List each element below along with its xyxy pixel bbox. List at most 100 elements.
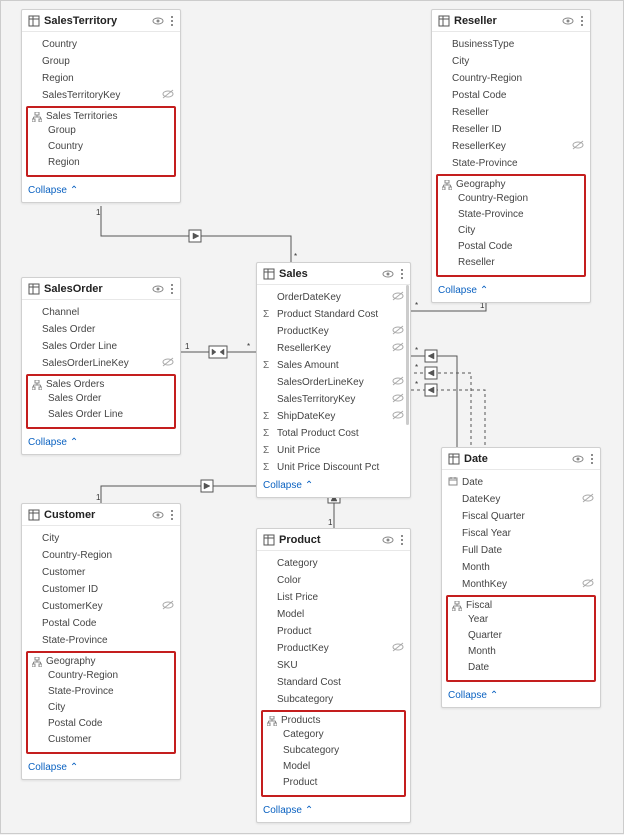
visibility-icon[interactable] [562,16,574,26]
field[interactable]: Reseller ID [432,121,590,138]
more-icon[interactable] [170,283,174,295]
table-header[interactable]: Reseller [432,10,590,32]
field[interactable]: ΣUnit Price [257,442,410,459]
hierarchy-item[interactable]: Model [263,759,404,775]
hierarchy-item[interactable]: City [28,700,174,716]
collapse-link[interactable]: Collapse⌃ [22,758,180,779]
more-icon[interactable] [400,534,404,546]
field[interactable]: State-Province [432,155,590,172]
field[interactable]: DateKey [442,491,600,508]
hierarchy-item[interactable]: Month [448,644,594,660]
hierarchy-products[interactable]: Products Category Subcategory Model Prod… [261,710,406,797]
field[interactable]: Sales Order [22,321,180,338]
field[interactable]: Fiscal Year [442,525,600,542]
hierarchy-item[interactable]: Country-Region [28,668,174,684]
table-sales-order[interactable]: SalesOrder Channel Sales Order Sales Ord… [21,277,181,455]
field[interactable]: Customer ID [22,581,180,598]
hierarchy-item[interactable]: State-Province [438,207,584,223]
field[interactable]: Model [257,606,410,623]
visibility-icon[interactable] [152,16,164,26]
field[interactable]: CustomerKey [22,598,180,615]
hierarchy-geography[interactable]: Geography Country-Region State-Province … [26,651,176,754]
hierarchy-item[interactable]: Country [28,139,174,155]
visibility-icon[interactable] [382,269,394,279]
field[interactable]: ΣUnit Price Discount Pct [257,459,410,476]
more-icon[interactable] [170,15,174,27]
hierarchy-item[interactable]: State-Province [28,684,174,700]
field[interactable]: Full Date [442,542,600,559]
collapse-link[interactable]: Collapse⌃ [22,433,180,454]
table-header[interactable]: Product [257,529,410,551]
hierarchy-item[interactable]: Region [28,155,174,171]
field[interactable]: Customer [22,564,180,581]
hierarchy-item[interactable]: Country-Region [438,191,584,207]
field[interactable]: MonthKey [442,576,600,593]
hierarchy-item[interactable]: Group [28,123,174,139]
hierarchy-item[interactable]: Reseller [438,255,584,271]
field[interactable]: ΣProduct Standard Cost [257,306,410,323]
collapse-link[interactable]: Collapse⌃ [432,281,590,302]
table-customer[interactable]: Customer City Country-Region Customer Cu… [21,503,181,780]
field[interactable]: ΣSales Amount [257,357,410,374]
field[interactable]: Subcategory [257,691,410,708]
visibility-icon[interactable] [152,284,164,294]
field[interactable]: BusinessType [432,36,590,53]
hierarchy-geography[interactable]: Geography Country-Region State-Province … [436,174,586,277]
field[interactable]: Reseller [432,104,590,121]
hierarchy-item[interactable]: Customer [28,732,174,748]
field[interactable]: SalesTerritoryKey [257,391,410,408]
field[interactable]: City [432,53,590,70]
field[interactable]: SalesOrderLineKey [257,374,410,391]
visibility-icon[interactable] [572,454,584,464]
hierarchy-item[interactable]: Product [263,775,404,791]
field[interactable]: Date [442,474,600,491]
table-header[interactable]: SalesTerritory [22,10,180,32]
hierarchy-item[interactable]: Sales Order [28,391,174,407]
hierarchy-item[interactable]: Quarter [448,628,594,644]
collapse-link[interactable]: Collapse⌃ [22,181,180,202]
hierarchy-item[interactable]: Date [448,660,594,676]
field[interactable]: ΣTotal Product Cost [257,425,410,442]
hierarchy-item[interactable]: Postal Code [438,239,584,255]
field[interactable]: State-Province [22,632,180,649]
visibility-icon[interactable] [152,510,164,520]
hierarchy-sales-orders[interactable]: Sales Orders Sales Order Sales Order Lin… [26,374,176,429]
hierarchy-item[interactable]: Postal Code [28,716,174,732]
table-header[interactable]: Customer [22,504,180,526]
table-reseller[interactable]: Reseller BusinessType City Country-Regio… [431,9,591,303]
more-icon[interactable] [580,15,584,27]
more-icon[interactable] [590,453,594,465]
field[interactable]: OrderDateKey [257,289,410,306]
field[interactable]: SalesTerritoryKey [22,87,180,104]
visibility-icon[interactable] [382,535,394,545]
field[interactable]: Region [22,70,180,87]
field[interactable]: List Price [257,589,410,606]
more-icon[interactable] [170,509,174,521]
field[interactable]: ProductKey [257,640,410,657]
field[interactable]: Fiscal Quarter [442,508,600,525]
hierarchy-item[interactable]: Subcategory [263,743,404,759]
hierarchy-item[interactable]: Sales Order Line [28,407,174,423]
collapse-link[interactable]: Collapse⌃ [442,686,600,707]
field[interactable]: Country-Region [22,547,180,564]
field[interactable]: Sales Order Line [22,338,180,355]
table-header[interactable]: SalesOrder [22,278,180,300]
field[interactable]: Group [22,53,180,70]
hierarchy-fiscal[interactable]: Fiscal Year Quarter Month Date [446,595,596,682]
more-icon[interactable] [400,268,404,280]
table-product[interactable]: Product Category Color List Price Model … [256,528,411,823]
table-header[interactable]: Date [442,448,600,470]
field[interactable]: Country [22,36,180,53]
hierarchy-sales-territories[interactable]: Sales Territories Group Country Region [26,106,176,177]
field[interactable]: ΣShipDateKey [257,408,410,425]
field[interactable]: Color [257,572,410,589]
field[interactable]: Postal Code [432,87,590,104]
table-header[interactable]: Sales [257,263,410,285]
hierarchy-item[interactable]: Year [448,612,594,628]
field[interactable]: ProductKey [257,323,410,340]
field[interactable]: Postal Code [22,615,180,632]
collapse-link[interactable]: Collapse⌃ [257,476,410,497]
table-date[interactable]: Date Date DateKey Fiscal Quarter Fiscal … [441,447,601,708]
field[interactable]: ResellerKey [257,340,410,357]
field[interactable]: Country-Region [432,70,590,87]
